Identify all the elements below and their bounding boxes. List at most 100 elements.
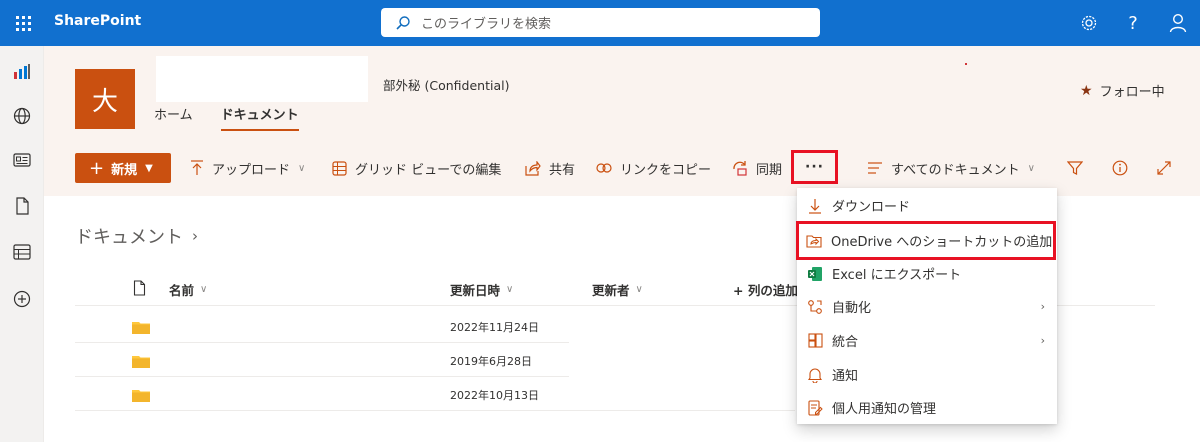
globe-icon[interactable] bbox=[12, 106, 32, 126]
menu-item-integrate[interactable]: 統合 › bbox=[797, 324, 1057, 357]
add-icon[interactable] bbox=[12, 289, 32, 309]
chevron-down-icon: ∨ bbox=[1027, 162, 1035, 174]
view-list-icon bbox=[867, 161, 883, 175]
chevron-down-icon: ▼ bbox=[145, 162, 153, 174]
modified-column-header[interactable]: 更新日時 ∨ bbox=[450, 280, 513, 299]
menu-item-label: 通知 bbox=[832, 369, 859, 384]
sync-button[interactable]: 同期 bbox=[732, 160, 783, 178]
grid-edit-label: グリッド ビューでの編集 bbox=[355, 162, 502, 178]
more-button[interactable]: ··· bbox=[791, 150, 838, 184]
chevron-right-icon: › bbox=[192, 227, 198, 245]
modified-date: 2022年10月13日 bbox=[450, 389, 539, 402]
list-icon[interactable] bbox=[12, 242, 32, 262]
menu-item-label: 統合 bbox=[832, 335, 859, 350]
menu-item-automate[interactable]: 自動化 › bbox=[797, 290, 1057, 323]
modified-column-label: 更新日時 bbox=[450, 283, 501, 298]
row-divider bbox=[75, 410, 795, 411]
star-icon: ★ bbox=[1080, 82, 1093, 99]
download-icon bbox=[806, 197, 824, 215]
menu-item-export-excel[interactable]: Excel にエクスポート bbox=[797, 257, 1057, 290]
file-type-icon bbox=[133, 280, 146, 296]
manage-alerts-icon bbox=[806, 399, 824, 417]
breadcrumb: ドキュメント › bbox=[75, 223, 198, 249]
chevron-down-icon: ∨ bbox=[200, 284, 208, 295]
share-icon bbox=[525, 160, 541, 176]
document-icon[interactable] bbox=[12, 196, 32, 216]
view-label: すべてのドキュメント bbox=[891, 162, 1020, 178]
search-icon bbox=[396, 15, 410, 30]
add-column-label: + 列の追加 bbox=[733, 283, 798, 298]
new-button[interactable]: + 新規 ▼ bbox=[75, 153, 171, 183]
menu-item-label: OneDrive へのショートカットの追加 bbox=[831, 235, 1053, 250]
link-icon bbox=[596, 163, 612, 173]
menu-item-label: ダウンロード bbox=[832, 200, 911, 215]
folder-icon bbox=[132, 390, 150, 402]
file-type-column[interactable] bbox=[133, 280, 146, 296]
view-selector[interactable]: すべてのドキュメント ∨ bbox=[867, 160, 1035, 178]
plus-icon: + bbox=[89, 157, 105, 179]
name-column-label: 名前 bbox=[169, 283, 195, 298]
upload-icon bbox=[190, 160, 204, 176]
menu-item-alert[interactable]: 通知 bbox=[797, 358, 1057, 391]
site-logo[interactable]: 大 bbox=[75, 69, 135, 129]
menu-item-download[interactable]: ダウンロード bbox=[797, 189, 1057, 222]
filter-icon[interactable] bbox=[1065, 158, 1085, 178]
site-title-redacted bbox=[156, 56, 368, 102]
follow-label: フォロー中 bbox=[1099, 85, 1165, 100]
modified-by-column-label: 更新者 bbox=[592, 283, 630, 298]
copy-link-button[interactable]: リンクをコピー bbox=[596, 160, 712, 178]
suite-bar: SharePoint このライブラリを検索 ? bbox=[0, 0, 1200, 46]
nav-home[interactable]: ホーム bbox=[154, 104, 193, 131]
menu-item-manage-alerts[interactable]: 個人用通知の管理 bbox=[797, 391, 1057, 424]
settings-icon[interactable] bbox=[1077, 11, 1101, 35]
name-column-header[interactable]: 名前 ∨ bbox=[169, 280, 207, 299]
help-icon[interactable]: ? bbox=[1121, 11, 1145, 35]
menu-item-label: 個人用通知の管理 bbox=[832, 402, 937, 417]
shortcut-icon bbox=[805, 232, 823, 250]
chevron-down-icon: ∨ bbox=[298, 162, 306, 174]
follow-button[interactable]: ★ フォロー中 bbox=[1080, 81, 1165, 101]
new-label: 新規 bbox=[111, 162, 138, 178]
share-label: 共有 bbox=[549, 162, 576, 178]
modified-by-column-header[interactable]: 更新者 ∨ bbox=[592, 280, 643, 299]
automate-icon bbox=[806, 298, 824, 316]
decorative-dot bbox=[965, 63, 967, 65]
upload-button[interactable]: アップロード ∨ bbox=[190, 160, 306, 178]
info-icon[interactable] bbox=[1110, 158, 1130, 178]
waffle-icon[interactable] bbox=[0, 0, 46, 46]
modified-date: 2022年11月24日 bbox=[450, 321, 539, 334]
sync-icon bbox=[732, 160, 748, 176]
search-box[interactable]: このライブラリを検索 bbox=[381, 8, 820, 37]
expand-icon[interactable] bbox=[1154, 158, 1174, 178]
nav-documents[interactable]: ドキュメント bbox=[220, 104, 299, 131]
folder-icon bbox=[132, 356, 150, 368]
sync-label: 同期 bbox=[756, 162, 783, 178]
app-icon[interactable] bbox=[12, 62, 32, 82]
menu-item-add-shortcut[interactable]: OneDrive へのショートカットの追加 bbox=[796, 221, 1056, 260]
excel-icon bbox=[806, 265, 824, 283]
search-placeholder[interactable]: このライブラリを検索 bbox=[421, 13, 551, 32]
copy-link-label: リンクをコピー bbox=[620, 162, 712, 178]
breadcrumb-documents[interactable]: ドキュメント bbox=[75, 223, 183, 249]
chevron-right-icon: › bbox=[1040, 334, 1045, 347]
modified-date: 2019年6月28日 bbox=[450, 355, 532, 368]
site-nav: ホーム ドキュメント bbox=[154, 104, 299, 131]
integrate-icon bbox=[806, 332, 824, 350]
chevron-down-icon: ∨ bbox=[635, 284, 643, 295]
upload-label: アップロード bbox=[212, 162, 291, 178]
chevron-down-icon: ∨ bbox=[506, 284, 514, 295]
brand-name[interactable]: SharePoint bbox=[54, 13, 141, 29]
classification-label: 部外秘 (Confidential) bbox=[383, 78, 510, 93]
add-column-button[interactable]: + 列の追加 bbox=[733, 280, 798, 299]
grid-edit-button[interactable]: グリッド ビューでの編集 bbox=[332, 160, 502, 178]
news-icon[interactable] bbox=[12, 150, 32, 170]
more-actions-menu: ダウンロード OneDrive へのショートカットの追加 Excel にエクスポ… bbox=[796, 188, 1057, 424]
share-button[interactable]: 共有 bbox=[525, 160, 576, 178]
left-rail bbox=[0, 46, 44, 442]
bell-icon bbox=[806, 366, 824, 384]
site-header: 大 部外秘 (Confidential) ホーム ドキュメント ★ フォロー中 bbox=[44, 46, 1200, 140]
grid-icon bbox=[332, 160, 347, 176]
chevron-right-icon: › bbox=[1040, 300, 1045, 313]
menu-item-label: 自動化 bbox=[832, 301, 872, 316]
profile-icon[interactable] bbox=[1166, 11, 1190, 35]
